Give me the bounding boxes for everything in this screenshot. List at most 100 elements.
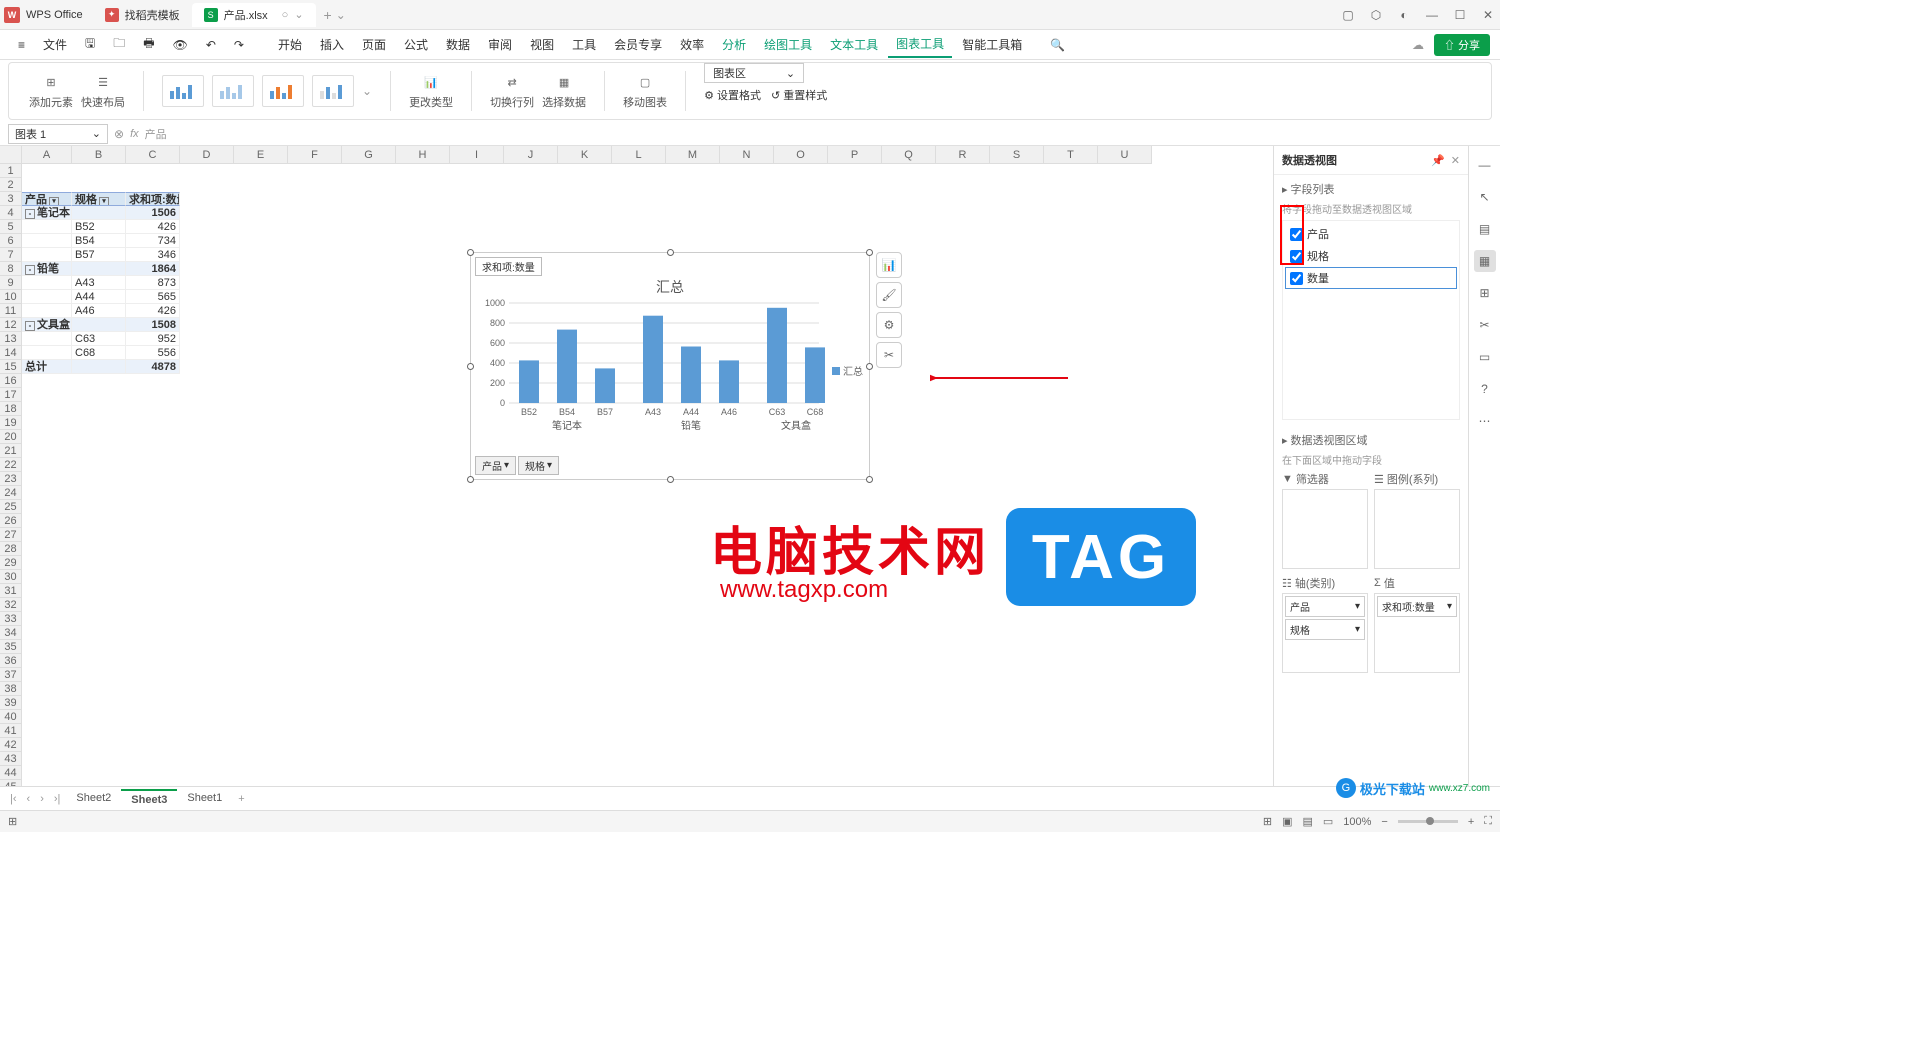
chart-title[interactable]: 汇总	[471, 277, 869, 297]
row-header[interactable]: 19	[0, 416, 22, 430]
menu-item[interactable]: 绘图工具	[756, 32, 820, 57]
cell[interactable]: C68	[72, 346, 126, 360]
menu-item[interactable]: 会员专享	[606, 32, 670, 57]
row-header[interactable]: 11	[0, 304, 22, 318]
reset-style-button[interactable]: ↺ 重置样式	[771, 87, 827, 103]
view-read-icon[interactable]: ▭	[1323, 815, 1333, 828]
style-option[interactable]	[262, 75, 304, 107]
tab-menu-icon[interactable]: ○	[282, 9, 289, 21]
search-icon[interactable]: 🔍	[1042, 34, 1073, 56]
cell[interactable]	[22, 276, 72, 290]
menu-item[interactable]: 页面	[354, 32, 394, 57]
chart-plot-area[interactable]: 02004006008001000B52B54B57笔记本A43A44A46铅笔…	[481, 303, 846, 433]
row-header[interactable]: 22	[0, 458, 22, 472]
cell[interactable]	[22, 290, 72, 304]
next-sheet-icon[interactable]: ›	[36, 791, 48, 807]
row-header[interactable]: 28	[0, 542, 22, 556]
chart-brush-icon[interactable]: 🖌	[876, 282, 902, 308]
menu-item[interactable]: 智能工具箱	[954, 32, 1030, 57]
avatar-icon[interactable]: ◐	[1396, 7, 1412, 23]
field-item[interactable]: 数量	[1285, 267, 1457, 289]
cloud-icon[interactable]: ☁	[1412, 38, 1424, 52]
menu-item[interactable]: 视图	[522, 32, 562, 57]
row-header[interactable]: 17	[0, 388, 22, 402]
col-header[interactable]: L	[612, 146, 666, 164]
cell[interactable]	[72, 206, 126, 220]
chart-element-icon[interactable]: 📊	[876, 252, 902, 278]
view-page-icon[interactable]: ▣	[1282, 815, 1292, 828]
file-menu[interactable]: 文件	[35, 32, 75, 57]
save-icon[interactable]: 🖫	[77, 30, 103, 59]
row-header[interactable]: 25	[0, 500, 22, 514]
minimize-button[interactable]: —	[1424, 7, 1440, 23]
add-tab-button[interactable]: +	[324, 7, 332, 23]
pivot-icon[interactable]: ▦	[1474, 250, 1496, 272]
cell[interactable]: A44	[72, 290, 126, 304]
row-header[interactable]: 32	[0, 598, 22, 612]
col-header[interactable]: A	[22, 146, 72, 164]
col-header[interactable]: H	[396, 146, 450, 164]
axis-field[interactable]: 产品▾	[1285, 596, 1365, 617]
col-header[interactable]: N	[720, 146, 774, 164]
tab-template[interactable]: ✦ 找稻壳模板	[93, 3, 192, 27]
maximize-button[interactable]: ☐	[1452, 7, 1468, 23]
cell[interactable]: 952	[126, 332, 180, 346]
name-box[interactable]: 图表 1⌄	[8, 124, 108, 144]
style-option[interactable]	[212, 75, 254, 107]
fx-label[interactable]: fx	[130, 128, 139, 140]
col-header[interactable]: J	[504, 146, 558, 164]
row-header[interactable]: 20	[0, 430, 22, 444]
row-header[interactable]: 24	[0, 486, 22, 500]
axis-field[interactable]: 规格▾	[1285, 619, 1365, 640]
cell[interactable]: -笔记本	[22, 206, 72, 220]
row-header[interactable]: 43	[0, 752, 22, 766]
chevron-down-icon[interactable]: ⌄	[336, 8, 346, 22]
cell[interactable]	[72, 262, 126, 276]
cell[interactable]: 346	[126, 248, 180, 262]
row-header[interactable]: 5	[0, 220, 22, 234]
col-header[interactable]: S	[990, 146, 1044, 164]
menu-item[interactable]: 效率	[672, 32, 712, 57]
cell[interactable]: 873	[126, 276, 180, 290]
prev-sheet-icon[interactable]: ‹	[23, 791, 35, 807]
style-option[interactable]	[312, 75, 354, 107]
cell[interactable]	[22, 248, 72, 262]
tools-icon[interactable]: ✂	[1474, 314, 1496, 336]
sheet-tab[interactable]: Sheet1	[177, 789, 232, 809]
select-icon[interactable]: ↖	[1474, 186, 1496, 208]
zoom-in-icon[interactable]: +	[1468, 816, 1474, 828]
value-area[interactable]: 求和项:数量▾	[1374, 593, 1460, 673]
cell[interactable]: A46	[72, 304, 126, 318]
row-header[interactable]: 33	[0, 612, 22, 626]
menu-item[interactable]: 审阅	[480, 32, 520, 57]
row-header[interactable]: 15	[0, 360, 22, 374]
chart-value-title[interactable]: 求和项:数量	[475, 257, 542, 276]
menu-item[interactable]: 开始	[270, 32, 310, 57]
cell[interactable]: -文具盒	[22, 318, 72, 332]
row-header[interactable]: 41	[0, 724, 22, 738]
cell[interactable]	[72, 360, 126, 374]
cube-icon[interactable]: ⬡	[1368, 7, 1384, 23]
chart-area-dropdown[interactable]: 图表区⌄	[704, 63, 804, 83]
chart-filter-product[interactable]: 产品▾	[475, 456, 516, 475]
col-header[interactable]: B	[72, 146, 126, 164]
change-type-button[interactable]: 📊更改类型	[409, 72, 453, 110]
col-header[interactable]: O	[774, 146, 828, 164]
col-header[interactable]: D	[180, 146, 234, 164]
cell[interactable]: C63	[72, 332, 126, 346]
col-header[interactable]: G	[342, 146, 396, 164]
help-icon[interactable]: ?	[1474, 378, 1496, 400]
share-button[interactable]: ⇧ 分享	[1434, 34, 1490, 56]
first-sheet-icon[interactable]: |‹	[6, 791, 21, 807]
field-item[interactable]: 产品	[1285, 223, 1457, 245]
cell[interactable]: 1506	[126, 206, 180, 220]
cell[interactable]: 734	[126, 234, 180, 248]
switch-row-col-button[interactable]: ⇄切换行列	[490, 72, 534, 110]
col-header[interactable]: Q	[882, 146, 936, 164]
cell[interactable]	[22, 234, 72, 248]
chart-legend[interactable]: 汇总	[832, 363, 863, 378]
cell[interactable]: 1864	[126, 262, 180, 276]
chart-wrench-icon[interactable]: ✂	[876, 342, 902, 368]
row-header[interactable]: 38	[0, 682, 22, 696]
col-header[interactable]: T	[1044, 146, 1098, 164]
